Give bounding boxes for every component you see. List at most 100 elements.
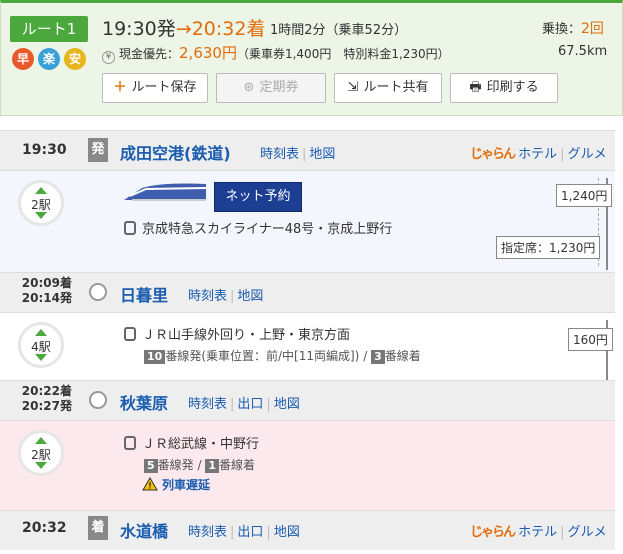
fare-label: 現金優先： bbox=[119, 47, 180, 61]
save-route-label: ルート保存 bbox=[131, 80, 197, 95]
train-name[interactable]: 京成特急スカイライナー48号・京成上野行 bbox=[142, 222, 392, 237]
arrive-time: 20:32着 bbox=[191, 18, 266, 40]
timetable-link[interactable]: 時刻表 bbox=[188, 525, 227, 540]
platform-arr-text: 番線着 bbox=[219, 458, 256, 472]
stops-toggle[interactable]: 2駅 bbox=[18, 430, 64, 476]
delay-label: 列車遅延 bbox=[162, 478, 211, 492]
route-label[interactable]: ルート1 bbox=[10, 16, 88, 42]
station-links: 時刻表 | 出口 | 地図 bbox=[188, 525, 300, 540]
depart-time: 19:30発 bbox=[102, 18, 176, 40]
platform-dep-text: 番線発(乗車位置：前/中[11両編成]) bbox=[165, 349, 360, 363]
save-route-button[interactable]: ＋ ルート保存 bbox=[102, 73, 208, 103]
map-link[interactable]: 地図 bbox=[309, 147, 335, 162]
station-times: 20:09着 20:14発 bbox=[18, 276, 72, 306]
train-name[interactable]: ＪＲ山手線外回り・上野・東京方面 bbox=[142, 328, 350, 343]
platform-dep-number: 5 bbox=[144, 459, 158, 473]
platform-arr-number: 3 bbox=[371, 350, 385, 364]
fare-amount: 2,630円 bbox=[179, 44, 237, 62]
station-links: 時刻表 | 地図 bbox=[188, 289, 264, 304]
stops-count: 2駅 bbox=[31, 448, 51, 462]
stops-toggle[interactable]: 4駅 bbox=[18, 322, 64, 368]
platform-slash: / bbox=[363, 349, 368, 363]
map-link[interactable]: 地図 bbox=[237, 289, 263, 304]
easiest-badge: 楽 bbox=[38, 48, 60, 70]
depart-tag: 発 bbox=[88, 138, 108, 162]
station-name-akihabara[interactable]: 秋葉原 bbox=[120, 390, 168, 414]
print-button[interactable]: 🖶 印刷する bbox=[450, 73, 558, 103]
train-icon bbox=[124, 436, 136, 450]
warning-icon bbox=[142, 477, 158, 491]
train-info: ＪＲ山手線外回り・上野・東京方面 bbox=[124, 324, 350, 343]
train-info: ＪＲ総武線・中野行 bbox=[124, 433, 259, 452]
timetable-link[interactable]: 時刻表 bbox=[260, 147, 299, 162]
transfer-dot bbox=[89, 391, 107, 409]
arrive-tag: 着 bbox=[88, 516, 108, 540]
station-links: 時刻表 | 出口 | 地図 bbox=[188, 397, 300, 412]
stops-count: 2駅 bbox=[31, 198, 51, 212]
share-route-button[interactable]: ⇲ ルート共有 bbox=[334, 73, 442, 103]
map-link[interactable]: 地図 bbox=[274, 525, 300, 540]
station-times: 20:22着 20:27発 bbox=[18, 384, 72, 414]
station-name-nippori[interactable]: 日暮里 bbox=[120, 282, 168, 306]
fastest-badge: 早 bbox=[12, 48, 34, 70]
transfer-dot bbox=[89, 283, 107, 301]
jalan-logo: じゃらん bbox=[470, 147, 516, 162]
platform-slash: / bbox=[197, 458, 202, 472]
station-name-narita[interactable]: 成田空港(鉄道) bbox=[120, 140, 231, 164]
exit-link[interactable]: 出口 bbox=[237, 397, 263, 412]
platform-arr-number: 1 bbox=[205, 459, 220, 473]
platform-dep-number: 10 bbox=[144, 350, 166, 364]
gourmet-link[interactable]: グルメ bbox=[568, 525, 607, 540]
segment-sobu bbox=[0, 420, 615, 510]
train-icon bbox=[124, 221, 136, 235]
timetable-link[interactable]: 時刻表 bbox=[188, 397, 227, 412]
jalan-logo: じゃらん bbox=[470, 525, 516, 540]
platform-info: 5 番線発 / 1 番線着 bbox=[144, 456, 255, 473]
transfers-label: 乗換： bbox=[542, 22, 582, 37]
platform-arr-text: 番線着 bbox=[384, 349, 421, 363]
station-time: 19:30 bbox=[22, 142, 67, 158]
pass-icon: ⊛ bbox=[243, 80, 255, 95]
station-name-suidobashi[interactable]: 水道橋 bbox=[120, 518, 168, 542]
transfers-count: 2回 bbox=[581, 21, 604, 37]
hotel-link[interactable]: ホテル bbox=[518, 525, 557, 540]
train-name[interactable]: ＪＲ総武線・中野行 bbox=[142, 437, 259, 452]
depart-time: 20:14発 bbox=[21, 291, 72, 305]
station-links: 時刻表 | 地図 bbox=[260, 147, 336, 162]
timetable-link[interactable]: 時刻表 bbox=[188, 289, 227, 304]
cheapest-badge: 安 bbox=[64, 48, 86, 70]
duration: 1時間2分（乗車52分） bbox=[270, 23, 408, 38]
arrive-time: 20:09着 bbox=[21, 276, 72, 290]
transfers: 乗換：2回 bbox=[542, 18, 604, 38]
yen-icon: ¥ bbox=[102, 51, 115, 64]
segment-yamanote bbox=[0, 312, 615, 380]
hotel-gourmet-links: じゃらん ホテル | グルメ bbox=[470, 525, 607, 540]
route-times: 19:30発→20:32着 bbox=[102, 14, 265, 41]
print-icon: 🖶 bbox=[469, 80, 482, 95]
exit-link[interactable]: 出口 bbox=[237, 525, 263, 540]
station-time: 20:32 bbox=[22, 520, 67, 536]
gourmet-link[interactable]: グルメ bbox=[568, 147, 607, 162]
train-icon bbox=[124, 327, 136, 341]
reserved-fare-box: 指定席：1,230円 bbox=[496, 236, 601, 259]
map-link[interactable]: 地図 bbox=[274, 397, 300, 412]
commuter-pass-label: 定期券 bbox=[259, 80, 299, 95]
share-icon: ⇲ bbox=[347, 80, 359, 95]
delay-notice[interactable]: 列車遅延 bbox=[142, 476, 210, 493]
arrow: → bbox=[175, 18, 192, 40]
fare-detail: （乗車券1,400円 特別料金1,230円） bbox=[236, 47, 450, 61]
arrive-time: 20:22着 bbox=[21, 384, 72, 398]
fare-box: 1,240円 bbox=[556, 184, 613, 207]
distance: 67.5km bbox=[558, 44, 608, 59]
net-reserve-button[interactable]: ネット予約 bbox=[214, 182, 302, 212]
platform-dep-text: 番線発 bbox=[157, 458, 194, 472]
platform-info: 10 番線発(乗車位置：前/中[11両編成]) / 3 番線着 bbox=[144, 347, 421, 364]
print-label: 印刷する bbox=[486, 80, 539, 95]
hotel-link[interactable]: ホテル bbox=[518, 147, 557, 162]
fare: ¥ 現金優先：2,630円（乗車券1,400円 特別料金1,230円） bbox=[102, 42, 450, 64]
skyliner-train-icon bbox=[124, 183, 207, 201]
hotel-gourmet-links: じゃらん ホテル | グルメ bbox=[470, 147, 607, 162]
commuter-pass-button[interactable]: ⊛ 定期券 bbox=[216, 73, 326, 103]
plus-icon: ＋ bbox=[113, 80, 127, 95]
stops-toggle[interactable]: 2駅 bbox=[18, 180, 64, 226]
